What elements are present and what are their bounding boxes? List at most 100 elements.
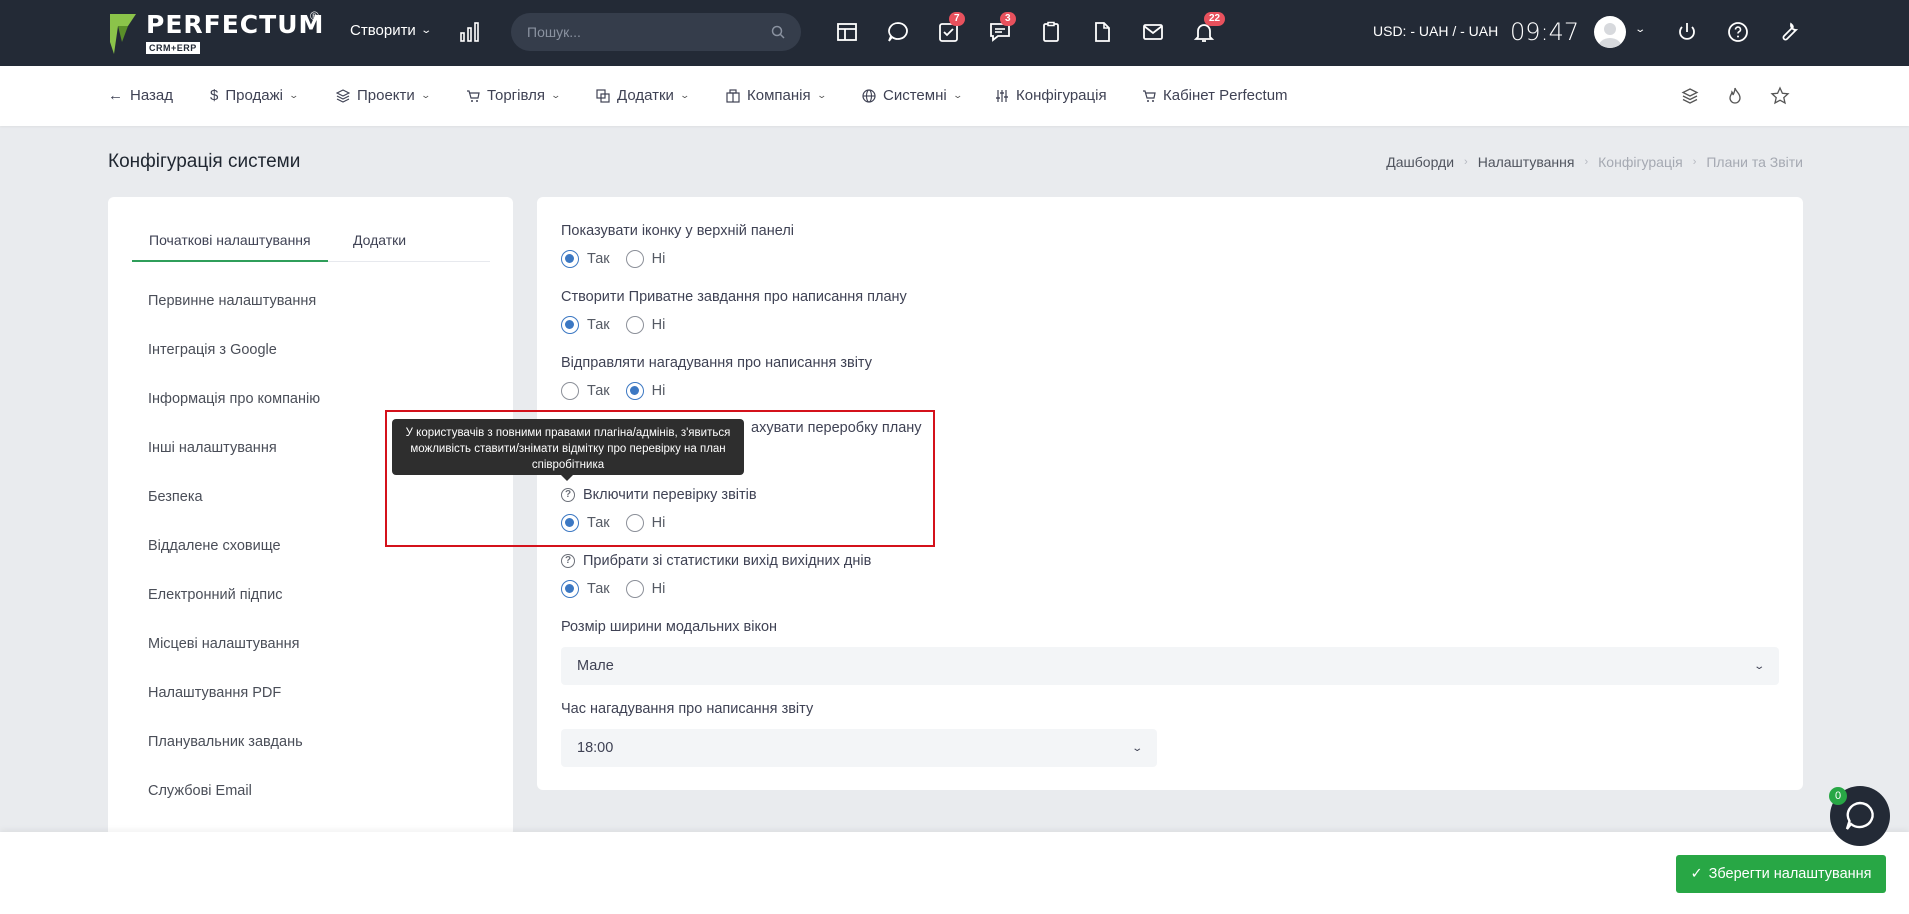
- nav-back[interactable]: ← Назад: [108, 87, 173, 104]
- nav-projects[interactable]: Проекти ⌄: [336, 87, 431, 104]
- search-input[interactable]: [527, 24, 771, 40]
- nav-company[interactable]: Компанія ⌄: [726, 87, 827, 104]
- file-icon[interactable]: [1090, 20, 1114, 44]
- radio-yes-label: Так: [587, 383, 610, 399]
- logo[interactable]: PERFECTUM CRM+ERP ®: [108, 9, 325, 56]
- setting-send-reminder-radios: Так Ні: [561, 382, 681, 400]
- sidebar-tabs: Початкові налаштування Додатки: [132, 232, 490, 262]
- radio-yes[interactable]: [561, 250, 579, 268]
- radio-no-label: Ні: [651, 581, 666, 597]
- question-icon[interactable]: ?: [561, 554, 575, 568]
- sidebar-item-google[interactable]: Інтеграція з Google: [148, 342, 277, 358]
- radio-no-label: Ні: [651, 317, 666, 333]
- user-avatar-icon: [1598, 23, 1622, 48]
- sidebar-item-remote-storage[interactable]: Віддалене сховище: [148, 538, 281, 554]
- save-settings-label: Зберегти налаштування: [1708, 866, 1872, 882]
- setting-create-task-text: Створити Приватне завдання про написання…: [561, 289, 907, 305]
- bar-chart-icon[interactable]: [458, 20, 482, 44]
- sidebar-item-other[interactable]: Інші налаштування: [148, 440, 277, 456]
- radio-no[interactable]: [625, 316, 644, 334]
- breadcrumb-configuration[interactable]: Конфігурація: [1598, 154, 1683, 170]
- fire-icon[interactable]: [1725, 86, 1745, 106]
- chevron-down-icon: ⌄: [816, 90, 827, 100]
- clipboard-icon[interactable]: [1039, 20, 1063, 44]
- breadcrumb-settings[interactable]: Налаштування: [1478, 154, 1575, 170]
- create-task-no[interactable]: Ні: [625, 316, 666, 334]
- wrench-icon[interactable]: [1777, 20, 1801, 44]
- nav-company-label: Компанія: [747, 87, 811, 104]
- modal-width-value: Мале: [577, 658, 614, 674]
- nav-trade[interactable]: Торгівля ⌄: [466, 87, 561, 104]
- search-icon[interactable]: [771, 25, 785, 39]
- setting-remove-weekends-radios: Так Ні: [561, 580, 681, 598]
- layers-icon[interactable]: [1680, 86, 1700, 106]
- sidebar-item-scheduler[interactable]: Планувальник завдань: [148, 734, 303, 750]
- sidebar-item-primary[interactable]: Первинне налаштування: [148, 293, 316, 309]
- star-icon[interactable]: [1770, 86, 1790, 106]
- mail-icon[interactable]: [1141, 20, 1165, 44]
- remove-weekends-yes[interactable]: Так: [561, 580, 610, 598]
- globe-icon: [862, 88, 876, 103]
- reminder-time-select[interactable]: 18:00 ⌄: [561, 729, 1157, 767]
- tooltip: У користувачів з повними правами плагіна…: [392, 419, 744, 481]
- sliders-icon: [996, 89, 1008, 102]
- power-icon[interactable]: [1675, 20, 1699, 44]
- chevron-down-icon[interactable]: ⌄: [1634, 24, 1646, 35]
- nav-config-label: Конфігурація: [1016, 87, 1107, 104]
- radio-no-label: Ні: [651, 383, 666, 399]
- setting-send-reminder-text: Відправляти нагадування про написання зв…: [561, 355, 872, 371]
- breadcrumb-dashboards[interactable]: Дашборди: [1386, 154, 1454, 170]
- arrow-left-icon: ←: [108, 87, 123, 104]
- show-icon-no[interactable]: Ні: [625, 250, 665, 268]
- nav-config[interactable]: Конфігурація: [995, 87, 1107, 104]
- cart-icon: [1143, 89, 1156, 102]
- modal-width-label: Розмір ширини модальних вікон: [561, 619, 777, 635]
- sidebar-item-company-info[interactable]: Інформація про компанію: [148, 391, 320, 407]
- sidebar-item-pdf[interactable]: Налаштування PDF: [148, 685, 281, 701]
- save-settings-button[interactable]: ✓ Зберегти налаштування: [1676, 855, 1886, 893]
- sidebar-item-e-signature[interactable]: Електронний підпис: [148, 587, 282, 603]
- nav-system-label: Системні: [883, 87, 947, 104]
- nav-cabinet[interactable]: Кабінет Perfectum: [1142, 87, 1288, 104]
- radio-no[interactable]: [625, 250, 644, 268]
- sidebar-item-security[interactable]: Безпека: [148, 489, 203, 505]
- chat-bubble-icon[interactable]: [886, 20, 910, 44]
- avatar[interactable]: [1594, 16, 1626, 48]
- help-icon[interactable]: [1726, 20, 1750, 44]
- nav-sales[interactable]: $ Продажі ⌄: [210, 87, 300, 104]
- create-label: Створити: [350, 22, 416, 39]
- radio-yes[interactable]: [561, 382, 579, 400]
- modal-width-select[interactable]: Мале ⌄: [561, 647, 1779, 685]
- tab-initial-settings[interactable]: Початкові налаштування: [132, 232, 328, 262]
- radio-yes[interactable]: [561, 316, 579, 334]
- send-reminder-yes[interactable]: Так: [561, 382, 610, 400]
- nav-cabinet-label: Кабінет Perfectum: [1163, 87, 1288, 104]
- create-dropdown[interactable]: Створити ⌄: [350, 22, 432, 39]
- radio-no[interactable]: [625, 580, 644, 598]
- radio-no[interactable]: [625, 382, 644, 400]
- tab-addons[interactable]: Додатки: [336, 232, 423, 262]
- show-icon-yes[interactable]: Так: [561, 250, 610, 268]
- chevron-right-icon: ›: [1692, 156, 1697, 168]
- radio-yes[interactable]: [561, 580, 579, 598]
- chevron-down-icon: ⌄: [288, 90, 300, 100]
- sidebar-item-email[interactable]: Службові Email: [148, 783, 252, 799]
- messages-button[interactable]: 3: [988, 12, 1016, 44]
- chevron-down-icon: ⌄: [679, 90, 690, 100]
- radio-yes-label: Так: [587, 251, 610, 267]
- nav-addons[interactable]: Додатки ⌄: [596, 87, 690, 104]
- logo-word: PERFECTUM: [146, 10, 325, 39]
- send-reminder-no[interactable]: Ні: [625, 382, 666, 400]
- tasks-button[interactable]: 7: [937, 12, 965, 44]
- sidebar-item-local[interactable]: Місцеві налаштування: [148, 636, 299, 652]
- messages-badge: 3: [1000, 12, 1016, 26]
- setting-remove-weekends-text: Прибрати зі статистики вихід вихідних дн…: [583, 553, 872, 569]
- check-icon: ✓: [1690, 866, 1703, 882]
- search-box[interactable]: [511, 13, 801, 51]
- chevron-right-icon: ›: [1584, 156, 1589, 168]
- create-task-yes[interactable]: Так: [561, 316, 610, 334]
- nav-system[interactable]: Системні ⌄: [862, 87, 963, 104]
- notifications-button[interactable]: 22: [1192, 12, 1226, 44]
- remove-weekends-no[interactable]: Ні: [625, 580, 666, 598]
- layout-icon[interactable]: [835, 20, 859, 44]
